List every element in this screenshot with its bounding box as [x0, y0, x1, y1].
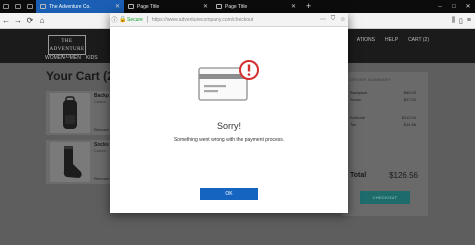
- summary-value: $112.00: [401, 115, 416, 120]
- pinned-tab-2[interactable]: [12, 0, 24, 13]
- nav-cart[interactable]: CART (2): [408, 37, 429, 43]
- back-button[interactable]: ←: [0, 16, 12, 25]
- more-icon[interactable]: ⋯: [318, 16, 328, 23]
- logo-line: ADVENTURE: [49, 47, 85, 52]
- checkout-button[interactable]: CHECKOUT: [360, 191, 410, 204]
- summary-value: $14.56: [403, 122, 416, 127]
- window-controls: – □ ✕: [433, 0, 475, 13]
- library-icon[interactable]: ⫼: [452, 17, 455, 25]
- tab-page-title-2[interactable]: Page Title ✕: [212, 0, 300, 13]
- remove-link[interactable]: Remove: [94, 176, 109, 181]
- home-button[interactable]: ⌂: [36, 16, 48, 25]
- close-tab-icon[interactable]: ✕: [203, 3, 208, 10]
- summary-row: Tax $14.56: [350, 122, 416, 127]
- favicon-icon: [216, 4, 222, 9]
- info-icon[interactable]: ⓘ: [110, 15, 119, 24]
- tab-icon: [27, 4, 33, 9]
- ok-button[interactable]: OK: [200, 188, 258, 200]
- tab-adventure-co[interactable]: The Adventure Co. ✕: [36, 0, 124, 13]
- main-nav: WOMEN MEN KIDS: [45, 55, 98, 61]
- credit-card-error-icon: [198, 60, 259, 101]
- nav-women[interactable]: WOMEN: [45, 55, 65, 61]
- site-logo[interactable]: THE ADVENTURE CO.: [48, 35, 86, 60]
- forward-button[interactable]: →: [12, 16, 24, 25]
- cart-title: Your Cart (2: [46, 69, 114, 83]
- item-colour: Colour:: [94, 99, 107, 104]
- sidebar-icon[interactable]: ▯: [459, 17, 463, 25]
- logo-line: THE: [61, 39, 73, 44]
- close-window-button[interactable]: ✕: [461, 3, 475, 10]
- nav-kids[interactable]: KIDS: [86, 55, 98, 61]
- item-colour: Colour:: [94, 148, 107, 153]
- tab-label: Page Title: [225, 3, 248, 10]
- summary-row: Subtotal $112.00: [350, 115, 416, 120]
- favicon-icon: [128, 4, 134, 9]
- summary-value: $27.00: [403, 97, 416, 102]
- pocket-icon[interactable]: ⛉: [328, 16, 338, 23]
- pinned-tab-3[interactable]: [24, 0, 36, 13]
- maximize-button[interactable]: □: [447, 4, 461, 10]
- summary-label: Subtotal: [350, 115, 365, 120]
- header-right-nav: ATIONS HELP CART (2): [357, 37, 429, 43]
- tab-label: Page Title: [137, 3, 160, 10]
- nav-help[interactable]: HELP: [385, 37, 398, 43]
- tab-icon: [3, 4, 9, 9]
- nav-locations[interactable]: ATIONS: [357, 37, 375, 43]
- summary-header: ORDER SUMMARY: [350, 77, 392, 82]
- total-label: Total: [350, 172, 367, 179]
- close-tab-icon[interactable]: ✕: [291, 3, 296, 10]
- summary-label: Tax: [350, 122, 357, 127]
- lock-icon[interactable]: 🔒: [119, 16, 127, 23]
- favicon-icon: [40, 4, 46, 9]
- menu-icon[interactable]: ≡: [467, 17, 471, 24]
- error-message: Something went wrong with the payment pr…: [173, 137, 285, 143]
- order-summary: ORDER SUMMARY Backpack $85.00 Socks $27.…: [342, 72, 428, 216]
- summary-row: Backpack $85.00: [350, 90, 416, 95]
- tab-page-title-1[interactable]: Page Title ✕: [124, 0, 212, 13]
- modal-url-bar: ⓘ 🔒 Secure https://www.adventurecompany.…: [110, 13, 348, 27]
- summary-row: Socks $27.00: [350, 97, 416, 102]
- socks-image: [50, 142, 90, 182]
- remove-link[interactable]: Remove: [94, 127, 109, 132]
- bookmark-star-icon[interactable]: ☆: [338, 16, 348, 23]
- total-value: $126.56: [389, 171, 418, 180]
- tab-icon: [15, 4, 21, 9]
- minimize-button[interactable]: –: [433, 4, 447, 10]
- nav-men[interactable]: MEN: [70, 55, 81, 61]
- payment-error-modal: ⓘ 🔒 Secure https://www.adventurecompany.…: [110, 13, 348, 213]
- new-tab-button[interactable]: +: [300, 0, 317, 13]
- summary-value: $85.00: [403, 90, 416, 95]
- summary-label: Backpack: [350, 90, 368, 95]
- url-text[interactable]: https://www.adventurecompany.com/checkou…: [152, 17, 318, 23]
- pinned-tab-1[interactable]: [0, 0, 12, 13]
- card-error-illustration: [198, 60, 262, 108]
- browser-tab-strip: The Adventure Co. ✕ Page Title ✕ Page Ti…: [0, 0, 475, 13]
- reload-button[interactable]: ⟳: [24, 16, 36, 25]
- tab-label: The Adventure Co.: [49, 3, 91, 10]
- error-title: Sorry!: [216, 121, 241, 131]
- secure-label: Secure: [127, 16, 143, 23]
- summary-label: Socks: [350, 97, 361, 102]
- url-divider: [146, 16, 148, 23]
- close-tab-icon[interactable]: ✕: [115, 3, 120, 10]
- backpack-image: [50, 93, 90, 133]
